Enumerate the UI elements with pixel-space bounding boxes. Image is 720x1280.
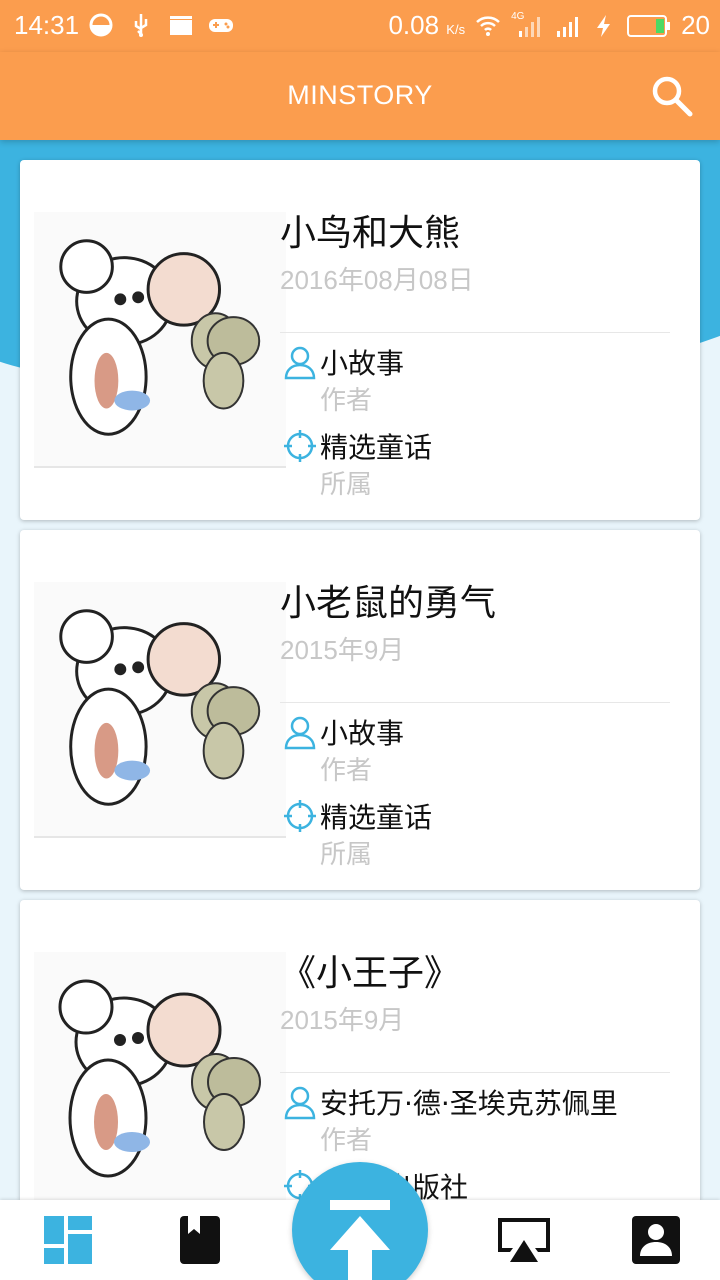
story-card[interactable]: 小老鼠的勇气 2015年9月 小故事 作者 精选童话 所属 <box>20 530 700 890</box>
story-category: 精选童话 <box>320 801 433 834</box>
charging-icon <box>597 14 611 37</box>
status-notification-icons <box>88 12 234 38</box>
story-date: 2015年9月 <box>280 1005 405 1035</box>
upload-button[interactable] <box>292 1162 428 1280</box>
network-speed: 0.08 K/s <box>388 10 466 40</box>
story-author: 小故事 <box>320 717 405 750</box>
author-label: 作者 <box>320 756 373 786</box>
story-title[interactable]: 小鸟和大熊 <box>280 204 460 256</box>
search-icon[interactable] <box>650 74 694 118</box>
story-date: 2016年08月08日 <box>280 265 474 295</box>
status-bar: 14:31 0.08 K/s 4G 20 <box>0 0 720 52</box>
contact-icon[interactable] <box>630 1214 682 1266</box>
story-category: 精选童话 <box>320 431 433 464</box>
person-icon <box>284 716 316 750</box>
half-circle-icon <box>89 13 113 37</box>
battery-level: 20 <box>681 10 710 40</box>
app-title: MINSTORY <box>287 80 433 110</box>
category-label: 所属 <box>320 470 373 500</box>
story-author: 安托万·德·圣埃克苏佩里 <box>320 1087 618 1120</box>
story-thumbnail <box>34 212 286 468</box>
upload-icon <box>330 1200 390 1280</box>
crosshair-icon <box>284 800 316 832</box>
card-divider <box>280 702 670 703</box>
category-label: 所属 <box>320 840 373 870</box>
battery-icon <box>627 14 671 37</box>
story-thumbnail <box>34 952 286 1200</box>
clapperboard-icon <box>170 16 192 35</box>
story-author: 小故事 <box>320 347 405 380</box>
signal-4g: 4G <box>511 11 545 39</box>
app-bar: MINSTORY <box>0 52 720 140</box>
story-thumbnail <box>34 582 286 838</box>
person-icon <box>284 1086 316 1120</box>
card-divider <box>280 332 670 333</box>
gamepad-icon <box>209 19 233 32</box>
signal-bars-icon <box>557 16 579 37</box>
story-date: 2015年9月 <box>280 635 405 665</box>
status-time: 14:31 <box>14 10 80 40</box>
signal-bars-4g-icon <box>519 16 541 37</box>
story-card[interactable]: 《小王子》 2015年9月 安托万·德·圣埃克苏佩里 作者 育出版社 <box>20 900 700 1200</box>
status-system-icons: 0.08 K/s 4G 20 <box>388 10 710 41</box>
story-title[interactable]: 《小王子》 <box>280 944 460 996</box>
author-label: 作者 <box>320 386 373 416</box>
wifi-icon <box>476 15 500 36</box>
story-title[interactable]: 小老鼠的勇气 <box>280 574 496 626</box>
person-icon <box>284 346 316 380</box>
bookmark-icon[interactable] <box>174 1214 226 1266</box>
usb-icon <box>134 14 148 37</box>
card-divider <box>280 1072 670 1073</box>
story-card[interactable]: 小鸟和大熊 2016年08月08日 小故事 作者 精选童话 所属 <box>20 160 700 520</box>
crosshair-icon <box>284 430 316 462</box>
airplay-icon[interactable] <box>496 1214 552 1266</box>
dashboard-icon[interactable] <box>42 1214 94 1266</box>
author-label: 作者 <box>320 1126 373 1156</box>
